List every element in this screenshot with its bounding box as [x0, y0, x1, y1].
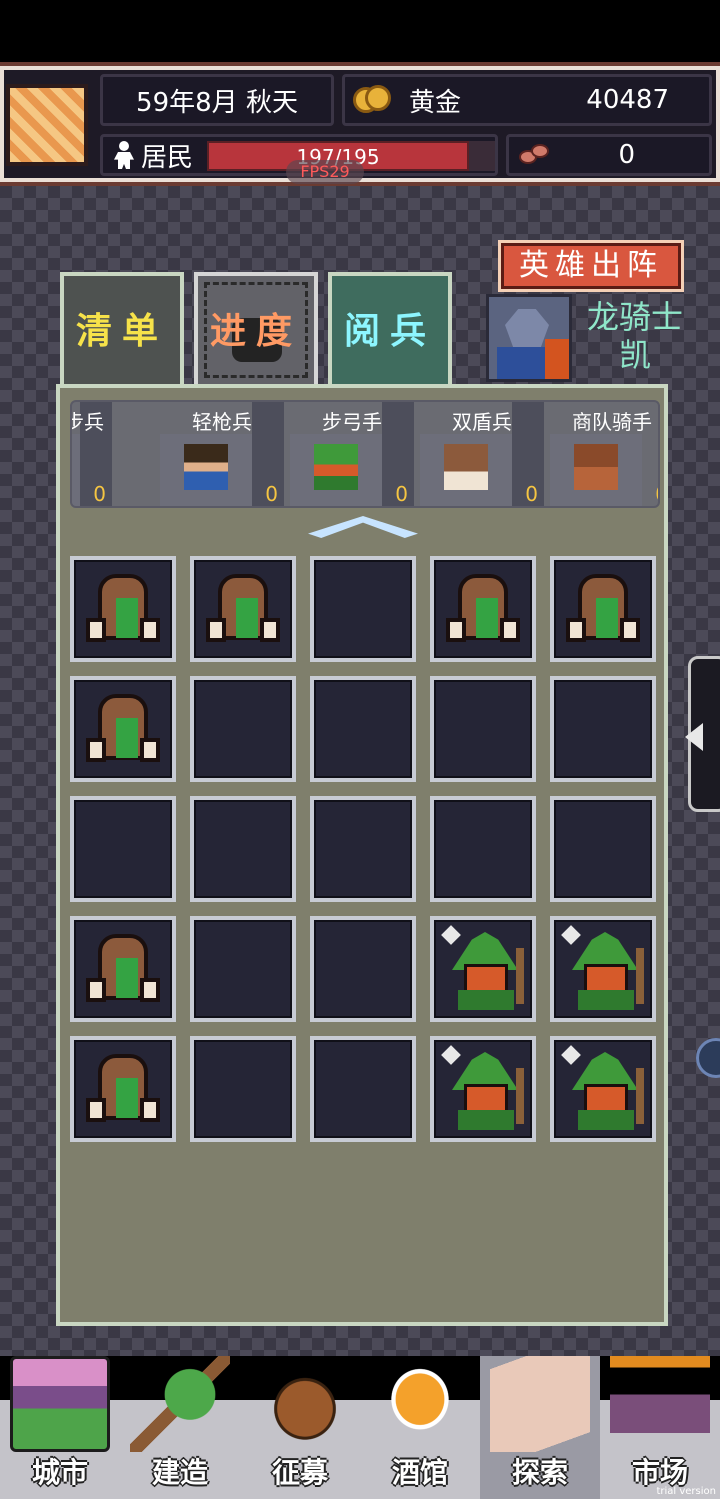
formation-slot[interactable]	[190, 916, 296, 1022]
shield-soldier-sprite	[442, 568, 524, 650]
army-panel: 步兵 0 轻枪兵 0 步弓手 0 双盾兵 0 商队骑手 0	[56, 384, 668, 1326]
gold-label: 黄金	[409, 87, 462, 118]
tab-progress[interactable]: 进度	[194, 272, 318, 388]
formation-slot[interactable]	[190, 1036, 296, 1142]
nav-market[interactable]: 市场	[600, 1356, 720, 1499]
shield-soldier-sprite	[82, 1048, 164, 1130]
gold-display: 黄金 40487	[342, 74, 712, 126]
scales-icon	[610, 1356, 710, 1452]
unit-name: 步兵	[72, 410, 104, 434]
formation-slot[interactable]	[70, 916, 176, 1022]
hero-deploy-button[interactable]: 英雄出阵	[498, 240, 684, 292]
tab-progress-label: 进度	[209, 311, 302, 352]
nav-explore[interactable]: 探索	[480, 1356, 600, 1499]
gold-value: 40487	[586, 85, 669, 115]
tab-list-label: 清单	[75, 311, 168, 352]
side-drawer-handle[interactable]	[685, 656, 720, 812]
archer-sprite	[441, 1045, 524, 1130]
nav-label: 酒馆	[391, 1456, 448, 1489]
formation-slot[interactable]	[550, 916, 656, 1022]
formation-slot[interactable]	[430, 556, 536, 662]
trial-watermark: trial version	[656, 1486, 716, 1497]
formation-slot[interactable]	[70, 1036, 176, 1142]
shield-soldier-sprite	[82, 688, 164, 770]
unit-count: 0	[395, 482, 408, 506]
nav-label: 征募	[271, 1456, 328, 1489]
shield-soldier-sprite	[562, 568, 644, 650]
unit-count: 0	[93, 482, 106, 506]
archer-sprite	[561, 925, 644, 1010]
hero-portrait[interactable]	[486, 294, 572, 382]
gem-icon	[519, 142, 553, 168]
sword-shield-icon	[250, 1356, 350, 1452]
date-text: 59年8月 秋天	[136, 87, 298, 118]
archer-sprite	[441, 925, 524, 1010]
unit-name: 商队骑手	[572, 410, 652, 434]
formation-slot[interactable]	[310, 916, 416, 1022]
unit-card[interactable]: 商队骑手 0	[550, 402, 658, 506]
nav-tavern[interactable]: 酒馆	[360, 1356, 480, 1499]
unit-count: 0	[655, 482, 658, 506]
archer-sprite	[561, 1045, 644, 1130]
nav-city[interactable]: 城市	[0, 1356, 120, 1499]
date-display: 59年8月 秋天	[100, 74, 334, 126]
formation-slot[interactable]	[190, 556, 296, 662]
nav-label: 市场	[631, 1456, 688, 1489]
shield-soldier-sprite	[82, 568, 164, 650]
unit-card[interactable]: 步弓手 0	[290, 402, 414, 506]
nav-recruit[interactable]: 征募	[240, 1356, 360, 1499]
unit-name: 步弓手	[322, 410, 382, 434]
chevron-left-icon	[685, 723, 703, 751]
map-icon	[490, 1356, 590, 1452]
formation-slot[interactable]	[550, 676, 656, 782]
gem-display: 0	[506, 134, 712, 176]
city-icon	[10, 1356, 110, 1452]
unit-name: 轻枪兵	[192, 410, 252, 434]
unit-card[interactable]: 步兵 0	[72, 402, 112, 506]
gold-coin-icon	[353, 83, 393, 117]
population-label: 居民	[141, 142, 194, 173]
formation-slot[interactable]	[550, 556, 656, 662]
nav-build[interactable]: 建造	[120, 1356, 240, 1499]
tab-list[interactable]: 清单	[60, 272, 184, 388]
unit-count: 0	[525, 482, 538, 506]
tab-review-label: 阅兵	[343, 311, 436, 352]
shovel-icon	[130, 1356, 230, 1452]
shield-soldier-sprite	[202, 568, 284, 650]
beer-icon	[370, 1356, 470, 1452]
nav-label: 探索	[511, 1456, 568, 1489]
formation-slot[interactable]	[190, 796, 296, 902]
autumn-leaf-icon[interactable]	[6, 84, 88, 166]
tab-review[interactable]: 阅兵	[328, 272, 452, 396]
resident-icon	[111, 141, 137, 169]
collapse-chevron-icon[interactable]	[308, 516, 418, 538]
formation-slot[interactable]	[70, 556, 176, 662]
formation-slot[interactable]	[70, 676, 176, 782]
unit-name: 双盾兵	[452, 410, 512, 434]
nav-label: 城市	[31, 1456, 88, 1489]
formation-slot[interactable]	[550, 1036, 656, 1142]
formation-slot[interactable]	[310, 556, 416, 662]
shield-soldier-sprite	[82, 928, 164, 1010]
unit-card[interactable]: 轻枪兵 0	[160, 402, 284, 506]
formation-slot[interactable]	[310, 1036, 416, 1142]
formation-slot[interactable]	[430, 796, 536, 902]
formation-slot[interactable]	[430, 916, 536, 1022]
hero-name: 龙骑士凯	[586, 298, 683, 374]
formation-slot[interactable]	[190, 676, 296, 782]
unit-count: 0	[265, 482, 278, 506]
gem-value: 0	[618, 140, 635, 170]
formation-slot[interactable]	[550, 796, 656, 902]
formation-slot[interactable]	[310, 676, 416, 782]
fps-counter: FPS29	[286, 160, 364, 184]
formation-slot[interactable]	[430, 1036, 536, 1142]
formation-slot[interactable]	[70, 796, 176, 902]
unit-card[interactable]: 双盾兵 0	[420, 402, 544, 506]
formation-slot[interactable]	[310, 796, 416, 902]
formation-slot[interactable]	[430, 676, 536, 782]
nav-label: 建造	[151, 1456, 208, 1489]
unit-roster[interactable]: 步兵 0 轻枪兵 0 步弓手 0 双盾兵 0 商队骑手 0	[70, 400, 660, 508]
